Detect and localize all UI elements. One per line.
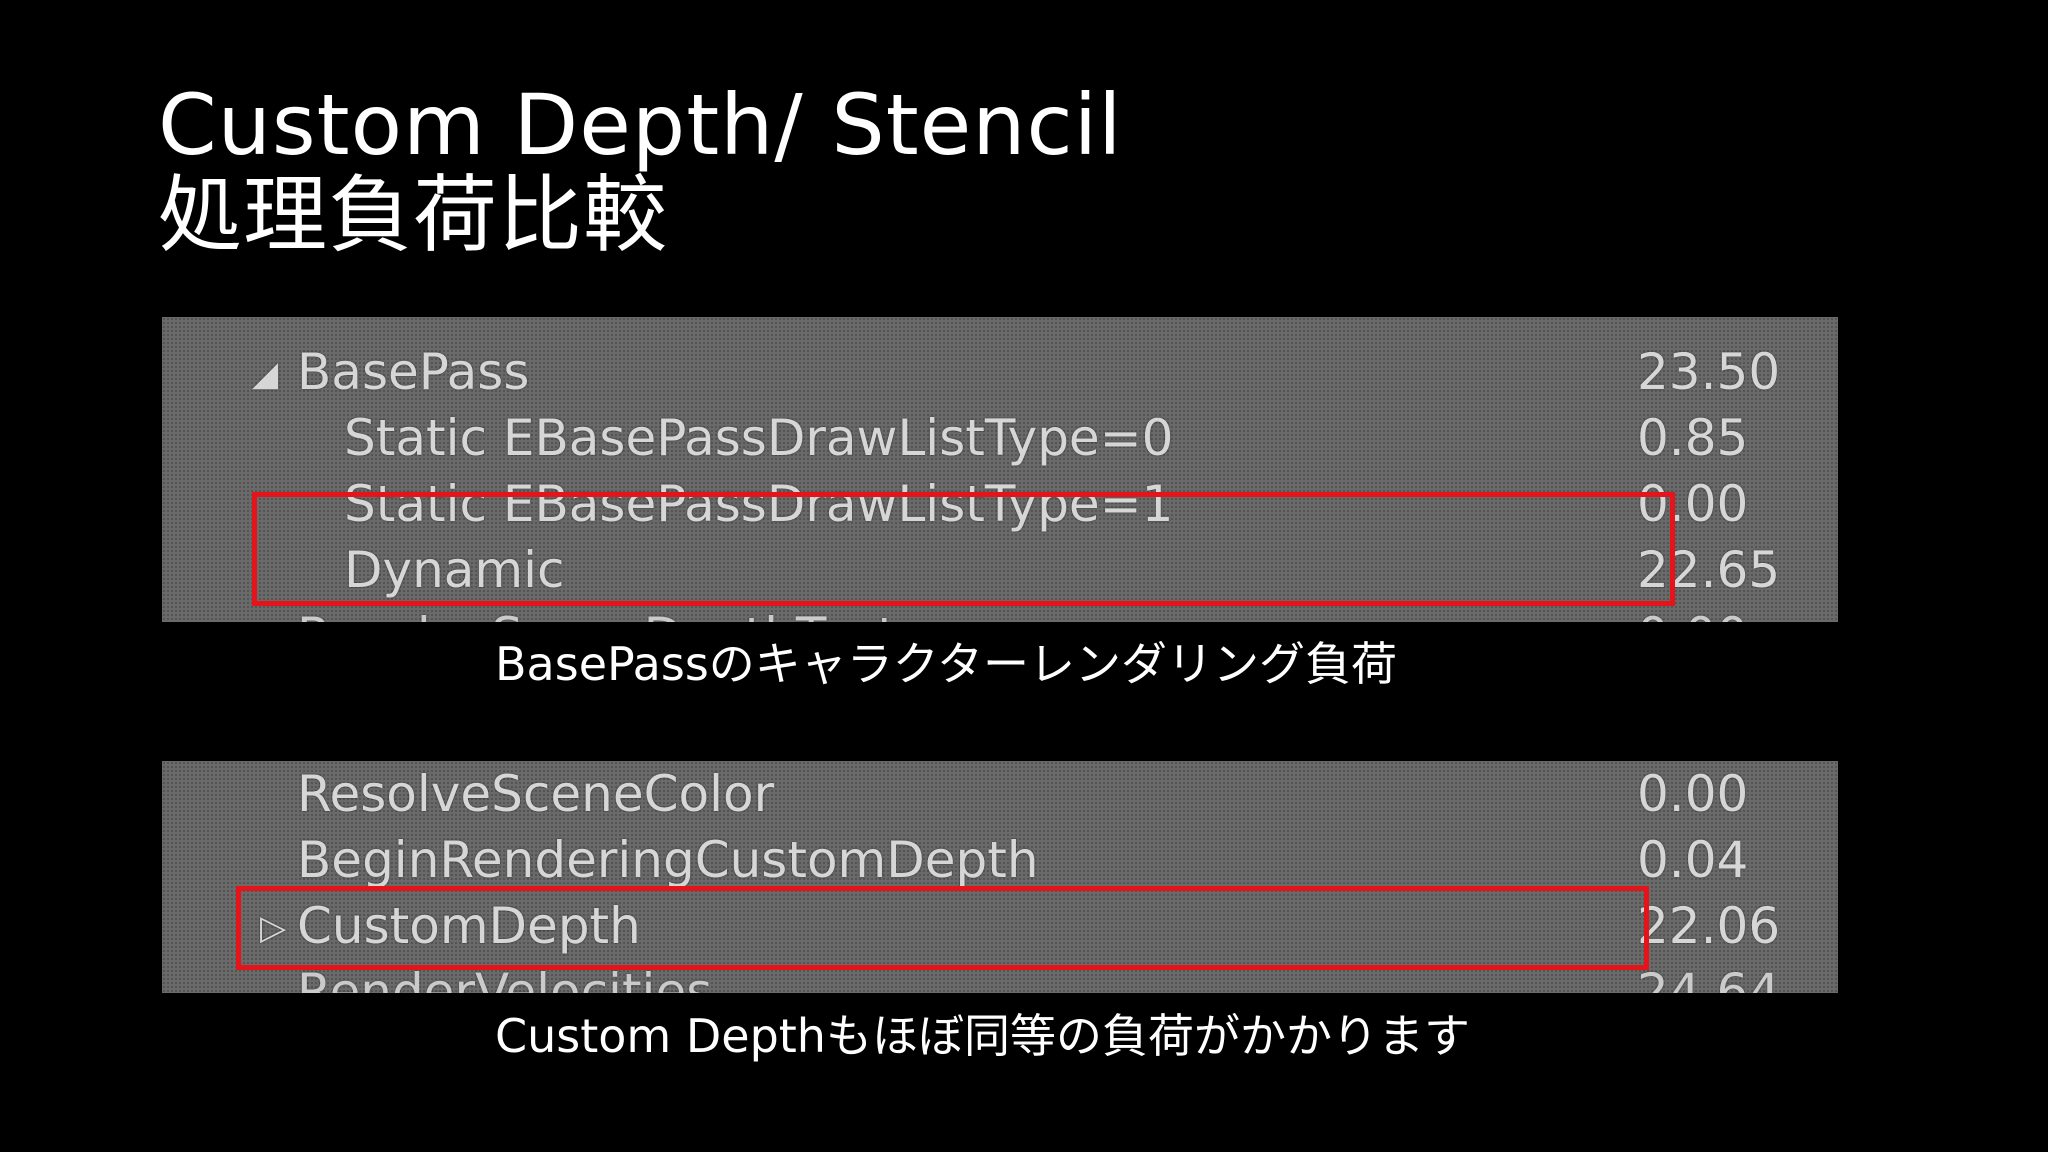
- row-value: 0.04: [1637, 831, 1749, 889]
- profiler-screenshot-customdepth: ResolveSceneColor 0.00 BeginRenderingCus…: [162, 761, 1838, 993]
- row-value: 22.06: [1637, 897, 1781, 955]
- row-label: BeginRenderingCustomDepth: [297, 831, 1039, 889]
- expanded-triangle-icon: ◢: [252, 354, 279, 394]
- highlight-box-custom-depth: [236, 886, 1649, 970]
- row-value: 0.00: [1637, 765, 1749, 823]
- title-line-1: Custom Depth/ Stencil: [158, 76, 1123, 174]
- profiler-screenshot-basepass: ◢ BasePass 23.50 Static EBasePassDrawLis…: [162, 317, 1838, 622]
- highlight-box-dynamic: [252, 492, 1675, 606]
- row-value: 24.64: [1637, 963, 1781, 993]
- profiler-row-resolve-color: ResolveSceneColor 0.00: [162, 761, 1838, 827]
- row-value: 23.50: [1637, 343, 1781, 401]
- profiler-row-static-0: Static EBasePassDrawListType=0 0.85: [162, 405, 1838, 471]
- row-label: Static EBasePassDrawListType=0: [344, 409, 1174, 467]
- caption-basepass: BasePassのキャラクターレンダリング負荷: [495, 637, 1397, 691]
- row-value: 0.85: [1637, 409, 1749, 467]
- row-label: BasePass: [297, 343, 530, 401]
- slide-title: Custom Depth/ Stencil 処理負荷比較: [158, 80, 1122, 260]
- title-line-2: 処理負荷比較: [158, 166, 669, 264]
- profiler-row-basepass: ◢ BasePass 23.50: [162, 339, 1838, 405]
- row-label: ResolveSceneColor: [297, 765, 775, 823]
- caption-custom-depth: Custom Depthもほぼ同等の負荷がかかります: [495, 1009, 1470, 1063]
- profiler-row-begin-custom-depth: BeginRenderingCustomDepth 0.04: [162, 827, 1838, 893]
